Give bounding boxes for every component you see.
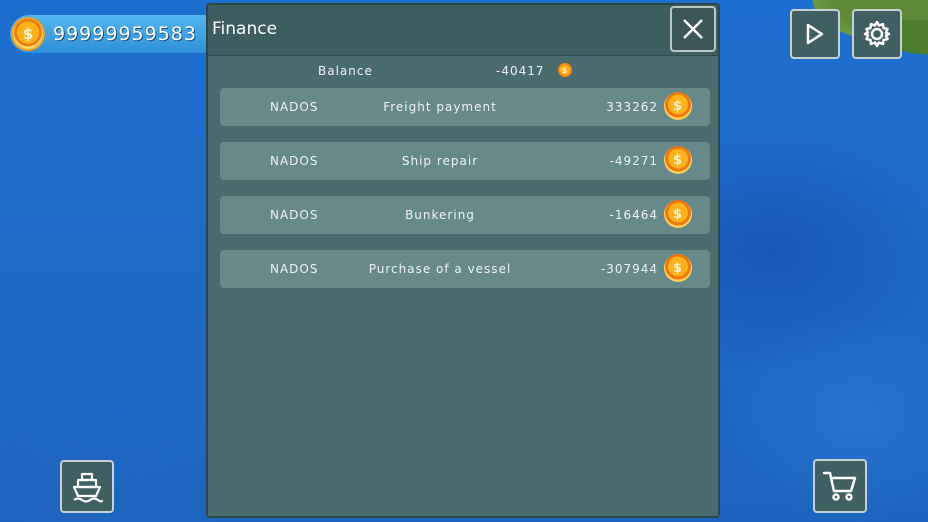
coin-icon: $ [664,92,692,120]
transaction-company: NADOS [270,208,319,222]
transaction-row: NADOS Purchase of a vessel -307944 $ [220,250,710,288]
transaction-company: NADOS [270,154,319,168]
ship-icon [72,472,104,503]
balance-value: -40417 [496,64,545,78]
coin-icon: $ [13,19,43,49]
transaction-description: Ship repair [401,154,479,168]
transaction-description: Freight payment [383,100,497,114]
dialog-title: Finance [212,19,278,39]
balance-label: Balance [318,64,373,78]
cart-icon [822,471,857,501]
transaction-row: NADOS Bunkering -16464 $ [220,196,710,234]
coin-symbol: $ [22,25,34,43]
transaction-amount: -49271 [609,154,658,168]
transaction-company: NADOS [270,262,319,276]
play-icon [806,23,824,45]
coin-icon: $ [664,146,692,174]
transaction-amount: 333262 [606,100,658,114]
close-icon [683,19,703,39]
fleet-button[interactable] [60,460,114,513]
transaction-description: Bunkering [405,208,475,222]
coin-balance-hud: $ 99999959583 [10,15,215,53]
settings-button[interactable] [852,9,902,59]
transaction-description: Purchase of a vessel [368,262,512,276]
play-button[interactable] [790,9,840,59]
finance-dialog: Finance Balance -40417 $ NADOS Freight p… [206,3,720,518]
balance-row: Balance -40417 $ [208,61,718,85]
gear-icon [863,20,891,48]
coin-icon: $ [664,254,692,282]
close-button[interactable] [670,6,716,52]
shop-cart-button[interactable] [813,459,867,513]
transaction-company: NADOS [270,100,319,114]
transaction-list: NADOS Freight payment 333262 $ NADOS Shi… [220,88,710,304]
coin-icon: $ [664,200,692,228]
dialog-header: Finance [208,5,718,56]
transaction-row: NADOS Ship repair -49271 $ [220,142,710,180]
transaction-amount: -307944 [600,262,658,276]
transaction-row: NADOS Freight payment 333262 $ [220,88,710,126]
coin-amount: 99999959583 [53,23,197,45]
coin-icon: $ [558,63,572,77]
transaction-amount: -16464 [609,208,658,222]
